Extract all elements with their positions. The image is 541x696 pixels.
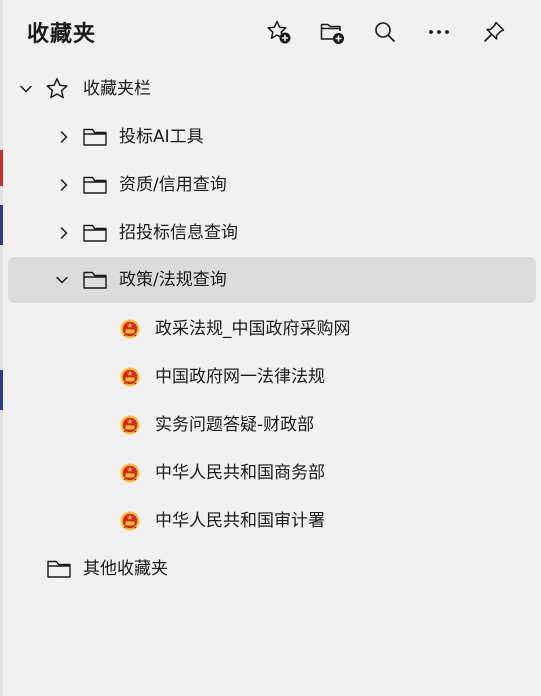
favorite-link[interactable]: 中华人民共和国商务部 bbox=[8, 450, 536, 496]
add-favorite-button[interactable] bbox=[261, 14, 297, 50]
folder-row[interactable]: 投标AI工具 bbox=[8, 114, 536, 160]
pin-icon bbox=[484, 21, 505, 42]
chevron-right-icon[interactable] bbox=[56, 225, 72, 241]
favorite-link[interactable]: 实务问题答疑-财政部 bbox=[8, 402, 536, 448]
favorites-header: 收藏夹 bbox=[0, 0, 541, 64]
national-emblem-icon bbox=[120, 367, 140, 387]
folder-label: 招投标信息查询 bbox=[119, 223, 238, 243]
folder-icon bbox=[83, 271, 107, 289]
window-edge-accent bbox=[0, 205, 3, 245]
more-icon bbox=[429, 30, 449, 34]
favorite-label: 政采法规_中国政府采购网 bbox=[155, 319, 351, 339]
favorite-link[interactable]: 中国政府网一法律法规 bbox=[8, 354, 536, 400]
other-favorites-row[interactable]: 其他收藏夹 bbox=[8, 546, 536, 592]
favorite-link[interactable]: 中华人民共和国审计署 bbox=[8, 498, 536, 544]
add-folder-button[interactable] bbox=[314, 14, 350, 50]
favorite-label: 中国政府网一法律法规 bbox=[155, 367, 325, 387]
pin-panel-button[interactable] bbox=[476, 14, 512, 50]
folder-row-selected[interactable]: 政策/法规查询 bbox=[8, 257, 536, 303]
window-edge-accent bbox=[0, 370, 3, 410]
folder-label: 投标AI工具 bbox=[119, 127, 204, 147]
chevron-down-icon[interactable] bbox=[54, 272, 70, 288]
search-icon bbox=[375, 22, 395, 42]
add-favorite-icon bbox=[267, 20, 291, 44]
national-emblem-icon bbox=[120, 463, 140, 483]
folder-label: 政策/法规查询 bbox=[119, 270, 227, 290]
favorite-link[interactable]: 政采法规_中国政府采购网 bbox=[8, 306, 536, 352]
national-emblem-icon bbox=[120, 319, 140, 339]
window-edge bbox=[0, 0, 3, 696]
star-icon bbox=[46, 78, 68, 99]
chevron-down-icon[interactable] bbox=[18, 81, 34, 97]
panel-title: 收藏夹 bbox=[27, 22, 97, 47]
folder-row[interactable]: 招投标信息查询 bbox=[8, 210, 536, 256]
favorites-bar-row[interactable]: 收藏夹栏 bbox=[8, 66, 536, 112]
search-favorites-button[interactable] bbox=[367, 14, 403, 50]
folder-row[interactable]: 资质/信用查询 bbox=[8, 162, 536, 208]
national-emblem-icon bbox=[120, 415, 140, 435]
folder-icon bbox=[47, 560, 71, 578]
folder-icon bbox=[83, 224, 107, 242]
favorite-label: 中华人民共和国审计署 bbox=[155, 511, 325, 531]
favorites-panel: 收藏夹 收藏夹栏 投标AI工具 资质/信用查询 招投标信息查询 政策/法规查询 … bbox=[0, 0, 541, 696]
national-emblem-icon bbox=[120, 511, 140, 531]
folder-label: 资质/信用查询 bbox=[119, 175, 227, 195]
chevron-right-icon[interactable] bbox=[56, 129, 72, 145]
favorites-bar-label: 收藏夹栏 bbox=[83, 79, 151, 99]
favorite-label: 中华人民共和国商务部 bbox=[155, 463, 325, 483]
chevron-right-icon[interactable] bbox=[56, 177, 72, 193]
more-options-button[interactable] bbox=[421, 14, 457, 50]
window-edge-accent bbox=[0, 150, 3, 186]
folder-icon bbox=[83, 176, 107, 194]
folder-icon bbox=[83, 128, 107, 146]
add-folder-icon bbox=[320, 23, 344, 44]
favorite-label: 实务问题答疑-财政部 bbox=[155, 415, 315, 435]
other-favorites-label: 其他收藏夹 bbox=[83, 559, 168, 579]
